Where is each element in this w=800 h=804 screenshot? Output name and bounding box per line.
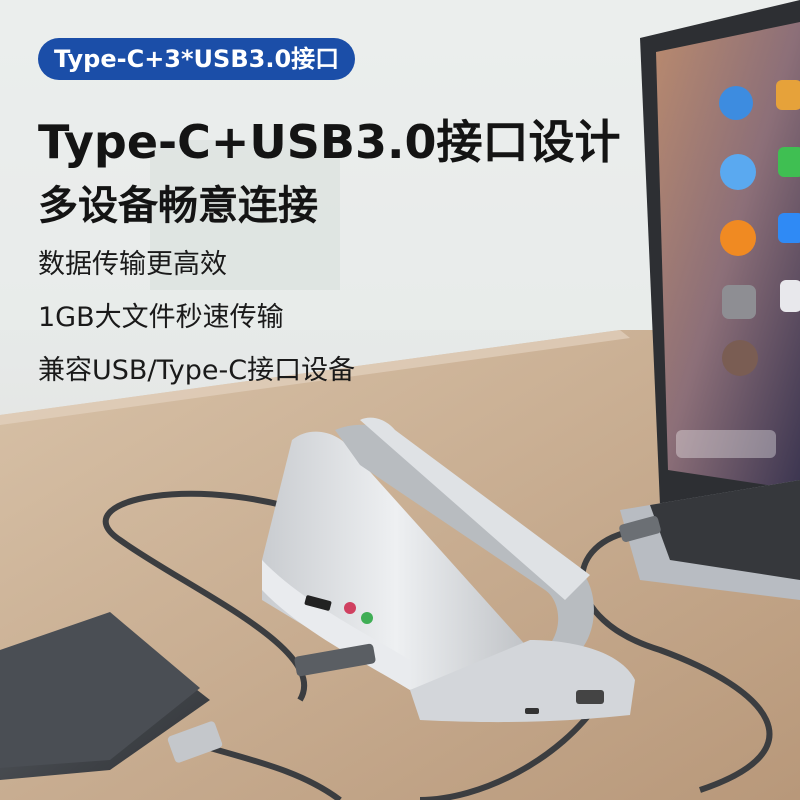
dock <box>676 430 776 458</box>
feature-item: 兼容USB/Type-C接口设备 <box>38 355 356 386</box>
headline: Type-C+USB3.0接口设计 <box>38 115 621 169</box>
feature-list: 数据传输更高效 1GB大文件秒速传输 兼容USB/Type-C接口设备 <box>38 238 355 397</box>
feature-item: 1GB大文件秒速传输 <box>38 302 284 333</box>
feature-item: 数据传输更高效 <box>38 249 227 280</box>
interface-badge: Type-C+3*USB3.0接口 <box>38 38 356 80</box>
subheadline: 多设备畅意连接 <box>38 183 318 229</box>
